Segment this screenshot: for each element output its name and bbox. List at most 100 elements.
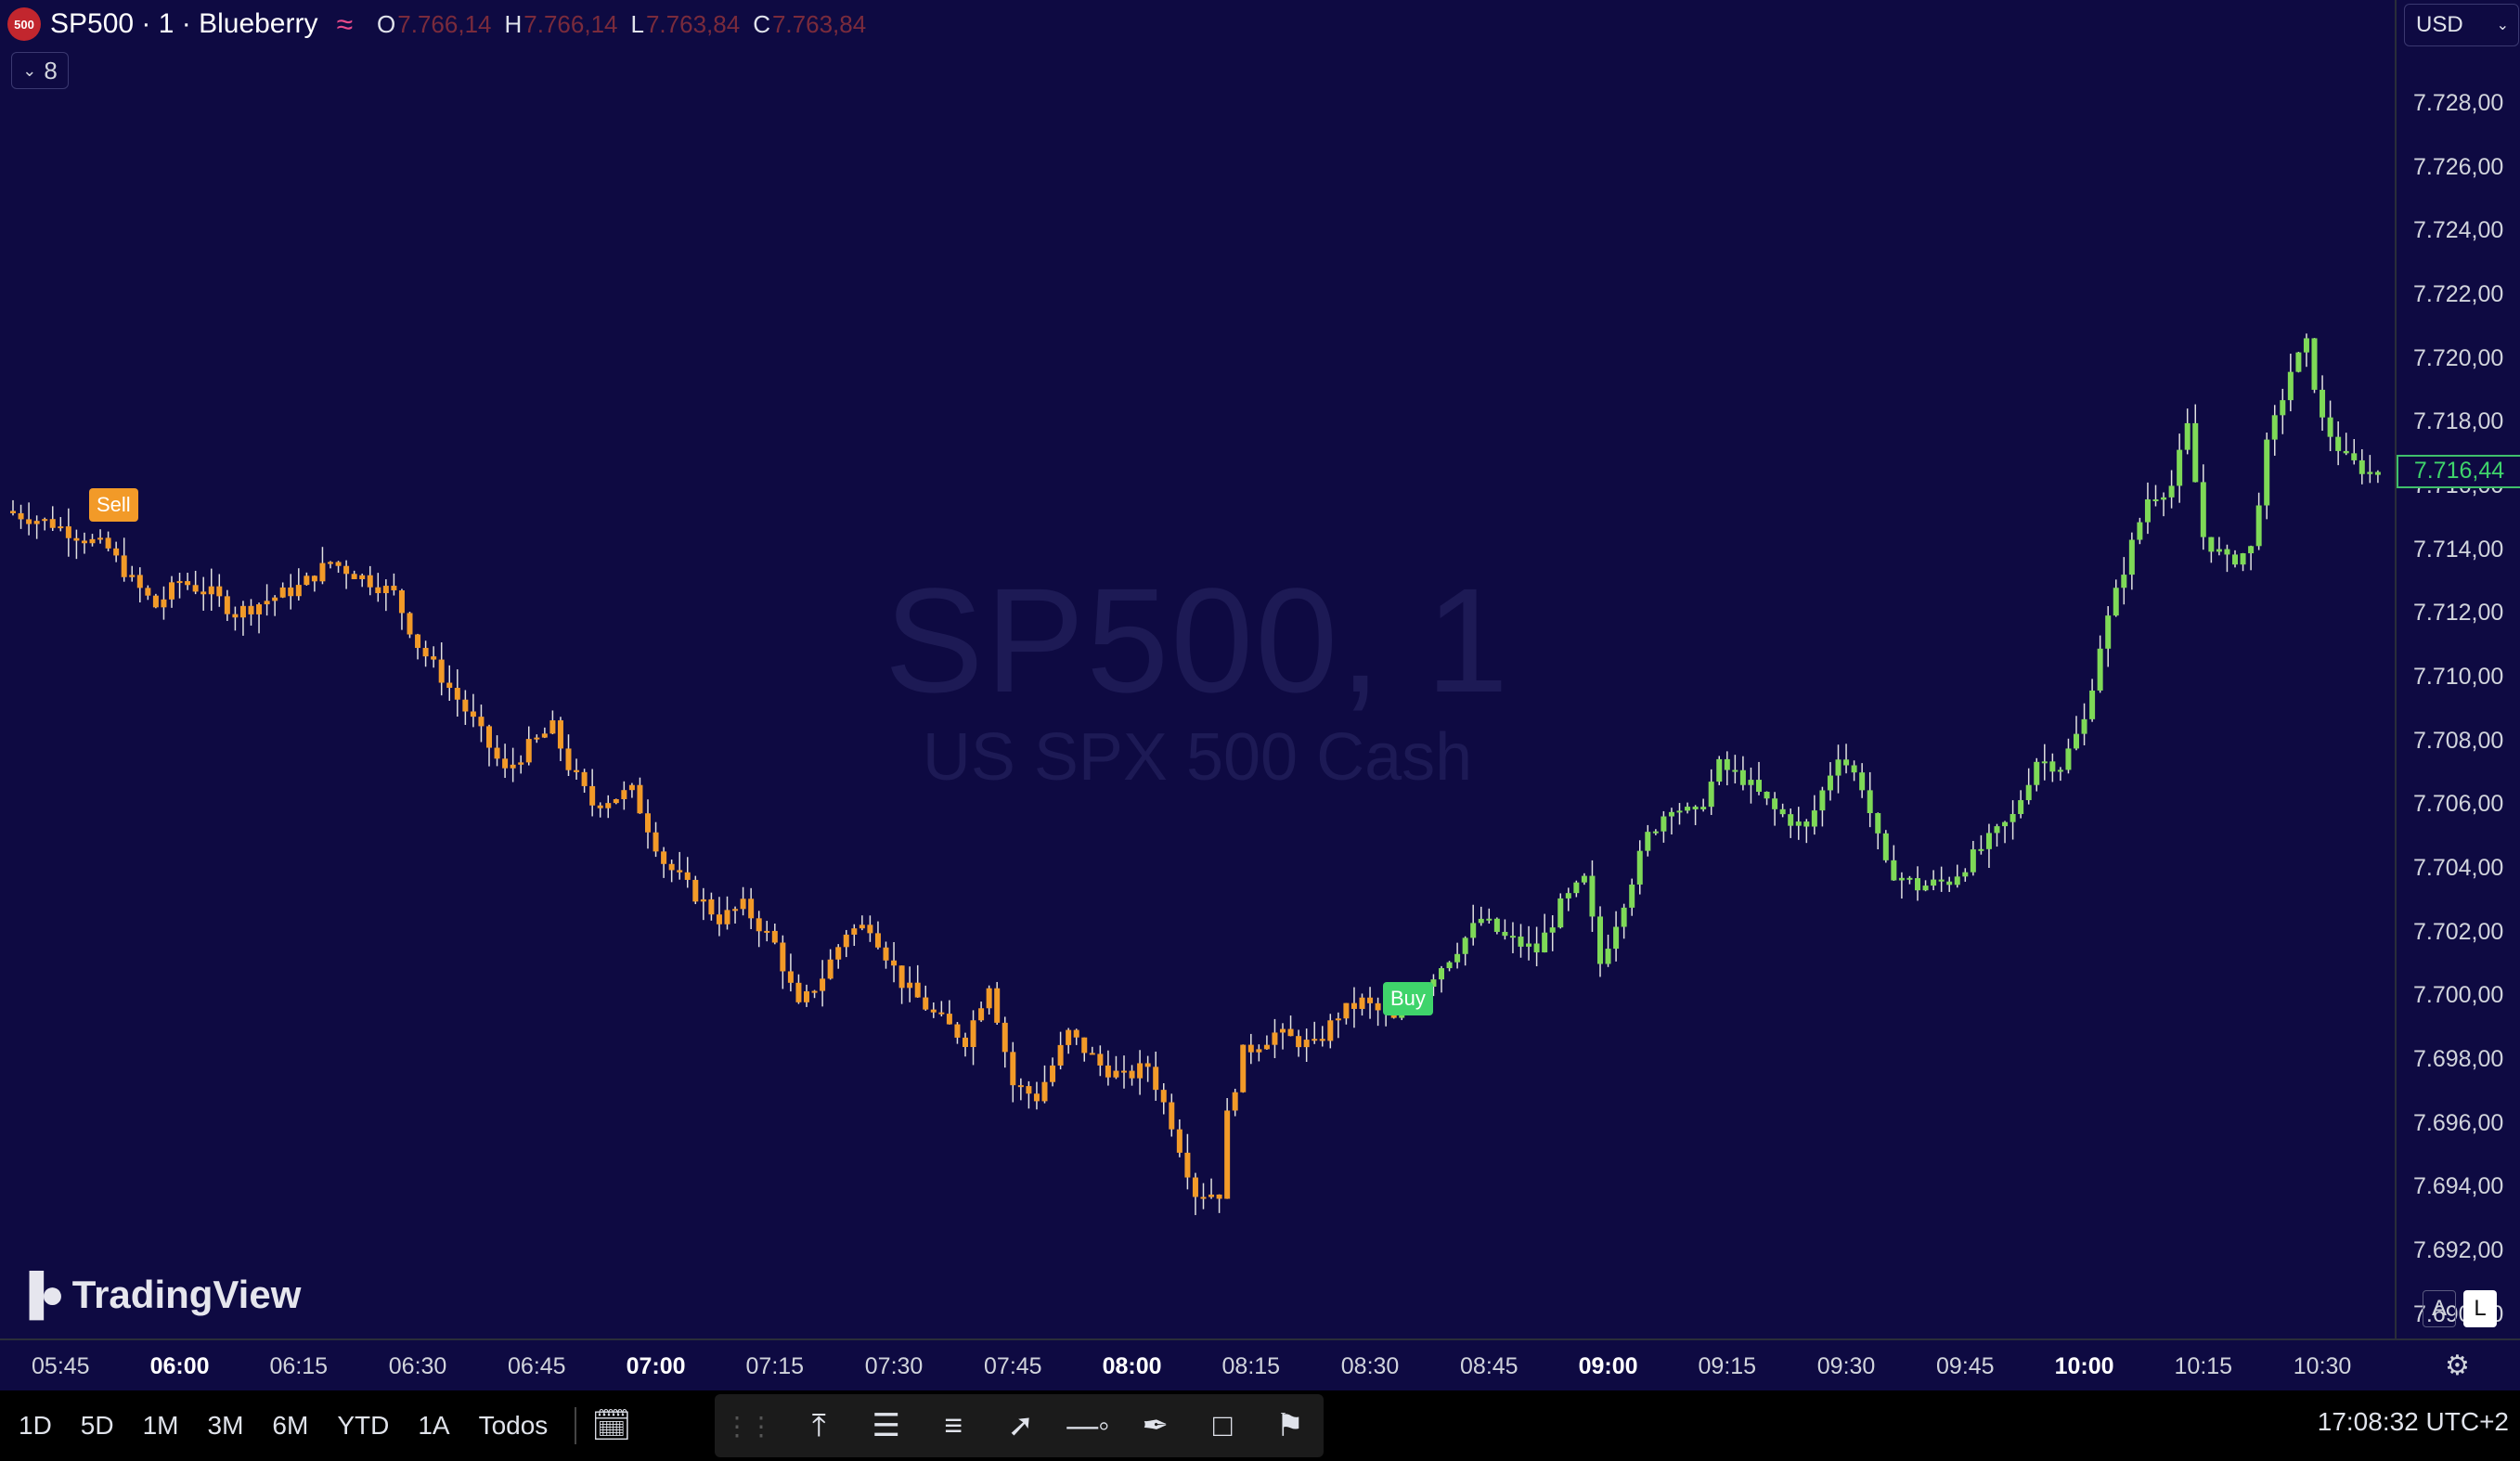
candle-body: [2057, 769, 2063, 772]
indicators-toggle-button[interactable]: ⌄ 8: [11, 52, 69, 89]
candle: [677, 851, 683, 880]
candle: [391, 573, 397, 596]
candle-body: [867, 924, 873, 934]
short-position-icon[interactable]: ≡: [920, 1408, 988, 1444]
candle-body: [1137, 1063, 1144, 1079]
trend-line-icon[interactable]: ➚: [988, 1407, 1055, 1444]
time-tick-label: 08:00: [1102, 1353, 1162, 1379]
candle: [1066, 1028, 1072, 1054]
candle-body: [192, 585, 199, 592]
candle-body: [1169, 1102, 1175, 1130]
candle-body: [1803, 821, 1810, 827]
symbol-title[interactable]: SP500 · 1 · Blueberry: [50, 8, 317, 40]
candle: [1089, 1046, 1095, 1055]
ohlc-close-label: C: [753, 9, 770, 38]
candle: [2200, 464, 2206, 550]
candle: [2320, 375, 2326, 432]
long-position-icon[interactable]: ☰: [853, 1407, 921, 1444]
candle: [1962, 868, 1969, 882]
range-button-1m[interactable]: 1M: [143, 1411, 179, 1441]
clock-timezone[interactable]: 17:08:32 UTC+2: [2318, 1407, 2509, 1437]
candle-body: [328, 562, 333, 564]
candle: [1200, 1183, 1207, 1209]
candle-body: [1081, 1037, 1088, 1054]
candle: [1756, 761, 1762, 795]
candle: [883, 941, 889, 969]
candle: [525, 726, 532, 766]
candle-body: [1906, 877, 1913, 880]
candle: [1724, 751, 1730, 786]
candle-body: [1978, 848, 1984, 851]
candle: [1819, 786, 1826, 827]
candle-body: [1287, 1028, 1294, 1037]
drag-handle-icon[interactable]: ⋮⋮: [724, 1411, 774, 1442]
candle-body: [2303, 338, 2309, 353]
candle-body: [1589, 875, 1596, 917]
range-button-6m[interactable]: 6M: [272, 1411, 308, 1441]
candle: [1153, 1051, 1159, 1101]
candle-body: [1057, 1044, 1064, 1066]
candle: [716, 897, 722, 937]
symbol-legend[interactable]: 500 SP500 · 1 · Blueberry ≈ O 7.766,14 H…: [7, 6, 879, 43]
candle-body: [1247, 1044, 1254, 1053]
candle-body: [382, 586, 389, 594]
brush-icon[interactable]: ✒: [1122, 1407, 1190, 1444]
range-button-1d[interactable]: 1D: [19, 1411, 52, 1441]
candle: [1509, 922, 1516, 953]
price-tick-label: 7.692,00: [2413, 1237, 2504, 1263]
candle: [2271, 405, 2278, 456]
candle: [859, 915, 865, 931]
candle-body: [843, 934, 849, 948]
candle: [510, 747, 516, 782]
candle: [1589, 860, 1596, 932]
candle-body: [1319, 1039, 1325, 1041]
range-button-3m[interactable]: 3M: [208, 1411, 244, 1441]
candle-body: [1748, 780, 1754, 785]
range-button-5d[interactable]: 5D: [81, 1411, 114, 1441]
candle-body: [1954, 876, 1960, 886]
candle-body: [2200, 482, 2206, 537]
fib-tools-icon[interactable]: ⚑: [1257, 1407, 1325, 1444]
calendar-icon[interactable]: 🗓: [591, 1407, 631, 1444]
candle: [820, 960, 826, 1007]
candle: [1192, 1172, 1198, 1216]
currency-select[interactable]: USD ⌄: [2404, 4, 2519, 46]
horizontal-ray-icon[interactable]: —◦: [1054, 1408, 1122, 1444]
tradingview-logo[interactable]: ▐● TradingView: [15, 1272, 301, 1318]
candle-body: [2224, 549, 2230, 555]
gear-icon[interactable]: ⚙: [2395, 1338, 2520, 1390]
candle: [557, 717, 563, 761]
candle-body: [1359, 997, 1365, 1009]
candle-body: [1685, 807, 1691, 811]
candle-body: [1708, 782, 1714, 808]
range-button-1a[interactable]: 1A: [418, 1411, 449, 1441]
time-axis[interactable]: 05:45 06:00 06:15 06:30 06:45 07:00 07:15 07:30…: [0, 1338, 2395, 1390]
candle: [804, 984, 809, 1007]
range-button-ytd[interactable]: YTD: [337, 1411, 389, 1441]
candle: [1296, 1029, 1302, 1057]
candle-body: [367, 575, 373, 588]
price-tick-label: 7.724,00: [2413, 217, 2504, 244]
candle-body: [2128, 539, 2135, 575]
candle: [597, 802, 603, 818]
auto-scale-button[interactable]: A: [2423, 1290, 2456, 1327]
range-button-todos[interactable]: Todos: [479, 1411, 549, 1441]
candle-body: [407, 613, 413, 635]
candle: [33, 515, 40, 539]
candle: [1803, 819, 1810, 844]
candle-body: [1645, 832, 1651, 851]
price-range-icon[interactable]: ⤒: [785, 1408, 853, 1444]
candle: [2287, 354, 2294, 412]
price-chart[interactable]: SP500, 1 US SPX 500 Cash 500 SP500 · 1 ·…: [0, 0, 2395, 1338]
log-scale-button[interactable]: L: [2463, 1290, 2497, 1327]
candle-body: [811, 990, 818, 993]
candle: [2303, 333, 2309, 368]
candle: [534, 734, 540, 743]
candle: [2367, 455, 2373, 484]
candle-body: [771, 930, 778, 943]
candle: [843, 929, 849, 958]
candle-body: [2049, 761, 2056, 772]
price-axis[interactable]: USD ⌄ 7.690,00 7.692,00 7.694,00 7.696,00 7.…: [2395, 0, 2520, 1338]
candle: [1859, 763, 1866, 798]
rectangle-icon[interactable]: □: [1189, 1408, 1257, 1444]
